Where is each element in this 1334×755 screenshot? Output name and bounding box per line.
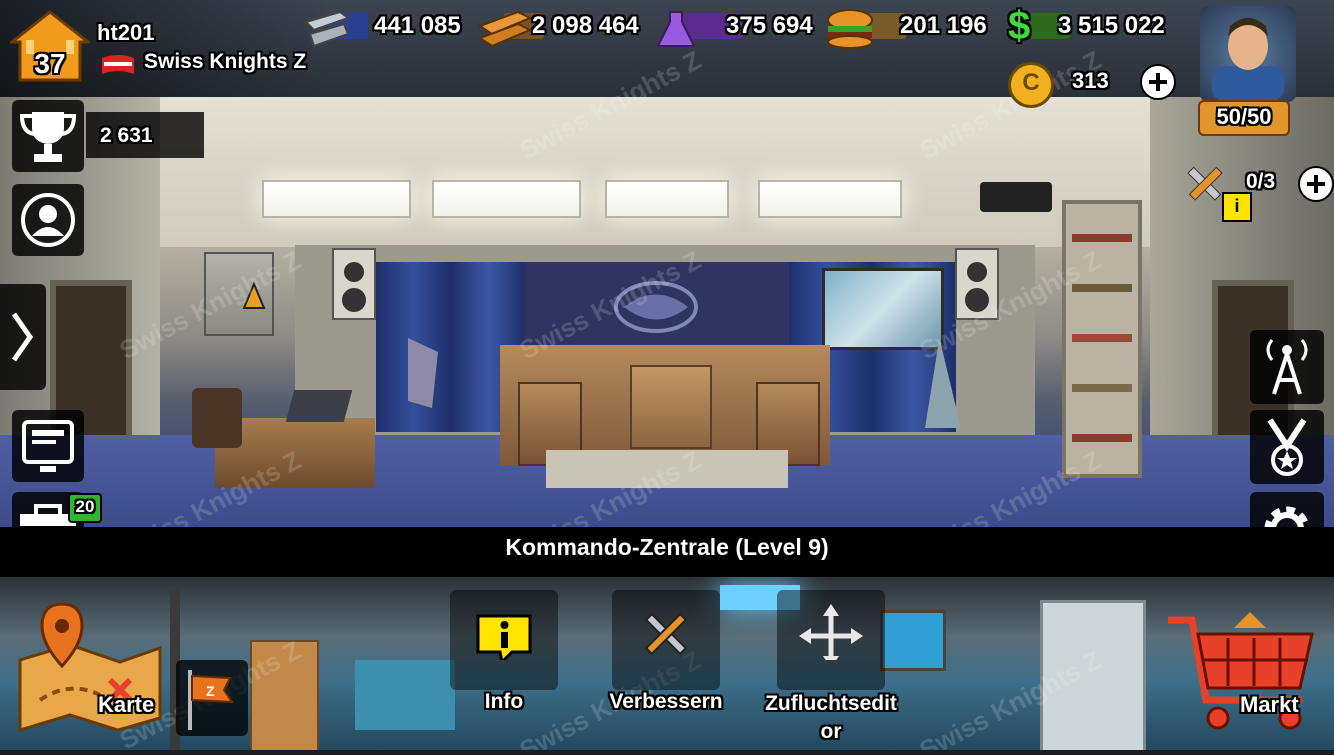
radio-tower-button[interactable]	[1250, 330, 1324, 404]
projector	[980, 182, 1052, 212]
hideout-editor-label: Zufluchtsedit or	[748, 690, 914, 746]
room-title: Kommando-Zentrale (Level 9)	[505, 534, 829, 560]
garage-badge: 20	[68, 493, 102, 523]
book-row	[1072, 384, 1132, 392]
steel-value: 441 085	[374, 12, 461, 39]
resource-cash[interactable]: $ 3 515 022	[1008, 4, 1168, 48]
achievements-button[interactable]	[1250, 410, 1324, 484]
laptop	[285, 390, 353, 422]
builders-count: 0/3	[1246, 170, 1276, 193]
garage-badge-count: 20	[75, 497, 95, 516]
upgrade-button[interactable]	[612, 590, 720, 690]
map-label: Karte	[98, 692, 155, 717]
computer-monitor	[880, 610, 946, 671]
shopping-cart-icon	[1168, 612, 1314, 730]
editor-label-line2: or	[820, 720, 842, 743]
energy-indicator[interactable]: 50/50	[1198, 100, 1290, 136]
avatar[interactable]	[1200, 6, 1296, 102]
coin-icon: C	[1008, 62, 1054, 108]
svg-text:Z: Z	[206, 683, 215, 699]
resource-wood[interactable]: 2 098 464	[478, 8, 648, 48]
clan-banner-icon: Z	[188, 670, 234, 730]
wood-planks-icon	[478, 10, 533, 48]
flask-icon	[656, 11, 696, 47]
ceiling-lamp	[262, 180, 411, 218]
ceiling-lamp	[758, 180, 902, 218]
cash-value: 3 515 022	[1058, 12, 1165, 39]
speaker-left	[332, 248, 376, 320]
player-level-badge[interactable]: 37	[7, 10, 93, 82]
book-row	[1072, 234, 1132, 242]
player-portrait-icon	[1212, 18, 1284, 102]
trophy-button[interactable]	[12, 100, 84, 172]
monitor-icon	[22, 420, 74, 472]
info-icon	[476, 614, 532, 666]
burger-icon	[827, 9, 873, 49]
add-builder-button[interactable]	[1298, 166, 1334, 202]
medal-icon	[1267, 418, 1307, 476]
hideout-editor-button[interactable]	[777, 590, 885, 690]
bookshelf	[1062, 200, 1142, 478]
market-label: Markt	[1240, 692, 1299, 717]
market-button[interactable]: Markt	[1162, 600, 1332, 750]
science-value: 375 694	[726, 12, 813, 39]
map-icon	[18, 602, 162, 733]
player-level: 37	[34, 48, 66, 79]
terminal-button[interactable]	[12, 410, 84, 482]
dollar-icon: $	[1008, 4, 1031, 48]
map-button[interactable]: Karte	[0, 600, 170, 750]
coin-value: 313	[1072, 68, 1109, 93]
book-row	[1072, 434, 1132, 442]
ceiling-lamp	[432, 180, 581, 218]
ceiling-lamp	[605, 180, 729, 218]
info-badge-icon: i	[1222, 192, 1252, 222]
chevron-right-icon	[11, 312, 34, 362]
upgrade-label: Verbessern	[609, 690, 723, 713]
profile-button[interactable]	[12, 184, 84, 256]
radio-tower-icon	[1266, 339, 1308, 395]
energy-value: 50/50	[1216, 104, 1272, 129]
expand-panel-button[interactable]	[0, 284, 46, 390]
trophy-count: 2 631	[100, 124, 153, 147]
resource-food[interactable]: 201 196	[826, 8, 996, 49]
info-button[interactable]	[450, 590, 558, 690]
move-arrows-icon	[799, 604, 863, 668]
resource-science[interactable]: 375 694	[656, 8, 821, 47]
clan-flag-icon	[100, 52, 136, 76]
plus-icon	[1307, 175, 1325, 193]
trophy-icon	[19, 112, 77, 162]
user-circle-icon	[21, 193, 75, 247]
book-row	[1072, 334, 1132, 342]
wood-value: 2 098 464	[532, 12, 639, 39]
resource-steel[interactable]: 441 085	[302, 8, 472, 48]
steel-icon	[304, 10, 351, 48]
add-coins-button[interactable]	[1140, 64, 1176, 100]
clan-name[interactable]: Swiss Knights Z	[144, 50, 306, 74]
food-value: 201 196	[900, 12, 987, 39]
plus-icon	[1149, 73, 1167, 91]
editor-label-line1: Zufluchtsedit	[765, 692, 897, 715]
chair	[192, 388, 242, 448]
info-label: Info	[484, 690, 524, 713]
wrench-hammer-icon	[644, 612, 688, 656]
player-name[interactable]: ht201	[97, 20, 154, 46]
podium	[630, 365, 712, 449]
clan-button[interactable]: Z	[176, 660, 248, 736]
